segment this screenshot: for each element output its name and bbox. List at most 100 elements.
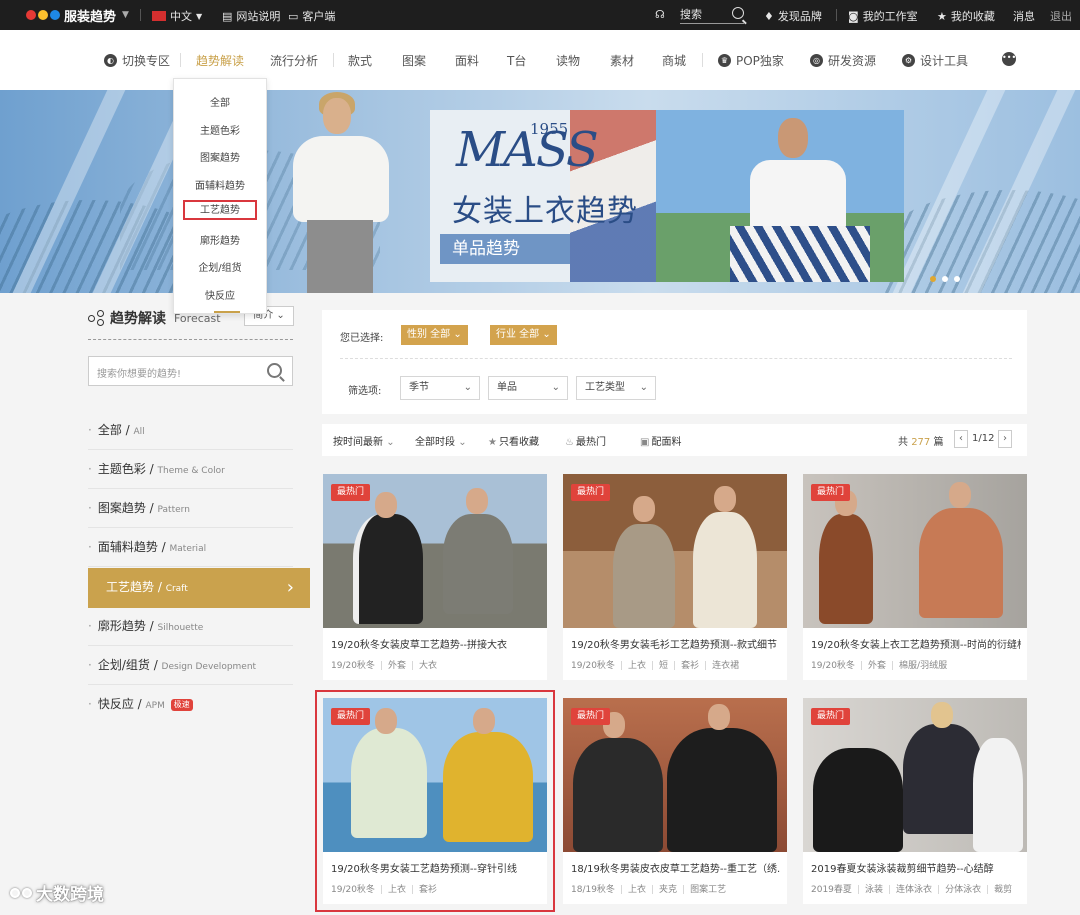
dropdown-item-silhouette[interactable]: 廓形趋势 <box>174 232 266 247</box>
card-title[interactable]: 19/20秋冬男女装工艺趋势预测--穿针引线 <box>331 860 541 875</box>
dropdown-item-quick-response[interactable]: 快反应 <box>174 287 266 302</box>
site-guide-link[interactable]: ▤ 网站说明 <box>222 8 280 24</box>
messages-link[interactable]: 消息 <box>1013 8 1035 24</box>
nav-pattern[interactable]: 图案 <box>402 52 426 69</box>
carousel-dot[interactable] <box>942 276 948 282</box>
nav-pop-exclusive[interactable]: ♛ POP独家 <box>718 52 784 69</box>
sidebar-item-label: 企划/组货 <box>97 658 150 672</box>
chevron-down-icon: ▼ <box>196 11 203 21</box>
dropdown-underline <box>214 311 240 313</box>
with-fabric-toggle[interactable]: ▣ 配面料 <box>640 433 681 448</box>
select-craft-type[interactable]: 工艺类型 ⌄ <box>576 376 656 400</box>
dropdown-item-theme-color[interactable]: 主题色彩 <box>174 122 266 137</box>
sidebar-item-silhouette[interactable]: · 廓形趋势 / Silhouette <box>88 607 293 646</box>
sidebar-item-craft[interactable]: 工艺趋势 / Craft › <box>88 568 310 608</box>
dropdown-item-planning[interactable]: 企划/组货 <box>174 259 266 274</box>
hot-badge: 最热门 <box>811 484 851 501</box>
search-icon[interactable] <box>732 7 744 19</box>
trend-card[interactable]: 最热门 19/20秋冬男女装毛衫工艺趋势预测--款式细节 19/20秋冬上衣短套… <box>563 474 787 680</box>
workspace-link[interactable]: ◙ 我的工作室 <box>848 8 918 24</box>
brand-name: 服装趋势 <box>64 9 117 25</box>
filter-chip-gender[interactable]: 性别 全部 ⌄ <box>401 325 468 345</box>
nav-design-tools[interactable]: ⚙ 设计工具 <box>902 52 968 69</box>
chevron-down-icon: ⌄ <box>639 382 648 393</box>
sidebar-item-en: Silhouette <box>157 623 204 633</box>
dropdown-item-all[interactable]: 全部 <box>174 94 266 109</box>
client-link[interactable]: ▭ 客户端 <box>288 8 335 24</box>
headset-icon[interactable]: ☊ <box>655 8 665 21</box>
filter-chip-industry[interactable]: 行业 全部 ⌄ <box>490 325 557 345</box>
nav-mall[interactable]: 商城 <box>662 52 686 69</box>
more-dots-icon[interactable]: ••• <box>1002 52 1016 66</box>
trend-dropdown-menu: 全部 主题色彩 图案趋势 面辅料趋势 工艺趋势 廓形趋势 企划/组货 快反应 <box>173 78 267 314</box>
chevron-down-icon: ⌄ <box>386 437 395 448</box>
hero-banner[interactable]: MASS 1955 女装上衣趋势 单品趋势 <box>0 90 1080 293</box>
hot-badge: 最热门 <box>571 484 611 501</box>
carousel-dots[interactable] <box>930 276 960 282</box>
nav-rnd[interactable]: ◎ 研发资源 <box>810 52 876 69</box>
watermark: 大数跨境 <box>10 880 104 905</box>
nav-style[interactable]: 款式 <box>348 52 372 69</box>
logout-link[interactable]: 退出 <box>1050 8 1072 24</box>
language-selector[interactable]: 中文 ▼ <box>152 8 202 24</box>
next-page-button[interactable]: › <box>998 430 1012 448</box>
sort-label: 全部时段 <box>415 437 455 448</box>
dropdown-item-craft[interactable]: 工艺趋势 <box>183 200 257 220</box>
nav-fashion-analysis[interactable]: 流行分析 <box>270 52 318 69</box>
top-search[interactable]: 搜索 <box>680 6 744 24</box>
language-label: 中文 <box>170 10 192 23</box>
trend-card[interactable]: 最热门 19/20秋冬女装皮草工艺趋势--拼接大衣 19/20秋冬外套大衣 <box>323 474 547 680</box>
dropdown-item-pattern[interactable]: 图案趋势 <box>174 149 266 164</box>
sidebar-item-all[interactable]: · 全部 / All <box>88 411 293 450</box>
card-tags: 19/20秋冬外套大衣 <box>331 658 437 671</box>
dropdown-item-material[interactable]: 面辅料趋势 <box>174 177 266 192</box>
sidebar-item-theme-color[interactable]: · 主题色彩 / Theme & Color <box>88 450 293 489</box>
favorites-link[interactable]: ★ 我的收藏 <box>937 8 995 24</box>
trend-card[interactable]: 最热门 19/20秋冬女装上衣工艺趋势预测--时尚的衍缝棉羽绒 19/20秋冬外… <box>803 474 1027 680</box>
carousel-dot[interactable] <box>954 276 960 282</box>
trend-card[interactable]: 最热门 18/19秋冬男装皮衣皮草工艺趋势--重工艺（绣... 18/19秋冬上… <box>563 698 787 904</box>
favorites-label: 我的收藏 <box>950 10 995 23</box>
prev-page-button[interactable]: ‹ <box>954 430 968 448</box>
sidebar-item-en: Design Development <box>161 662 257 672</box>
workspace-icon: ◙ <box>848 9 859 23</box>
divider <box>340 358 1012 359</box>
card-title[interactable]: 19/20秋冬男女装毛衫工艺趋势预测--款式细节 <box>571 636 781 651</box>
nav-switch-zone[interactable]: ◐ 切换专区 <box>104 52 170 69</box>
document-icon: ▤ <box>222 9 233 23</box>
card-title[interactable]: 19/20秋冬女装皮草工艺趋势--拼接大衣 <box>331 636 541 651</box>
nav-trend[interactable]: 趋势解读 <box>196 52 244 69</box>
site-logo[interactable]: 服装趋势 ▼ <box>26 7 129 25</box>
sidebar-item-pattern[interactable]: · 图案趋势 / Pattern <box>88 489 293 528</box>
nav-books[interactable]: 读物 <box>556 52 580 69</box>
sort-by-time[interactable]: 按时间最新 ⌄ <box>333 433 397 448</box>
nav-design-tools-label: 设计工具 <box>920 54 969 68</box>
select-item[interactable]: 单品 ⌄ <box>488 376 568 400</box>
sidebar-item-planning[interactable]: · 企划/组货 / Design Development <box>88 646 293 685</box>
banner-cover-image: MASS 1955 女装上衣趋势 单品趋势 <box>430 110 904 282</box>
research-icon: ◎ <box>810 54 823 67</box>
search-icon[interactable] <box>267 363 282 378</box>
sort-all-time[interactable]: 全部时段 ⌄ <box>415 433 469 448</box>
discover-brand-link[interactable]: ♦ 发现品牌 <box>764 8 822 24</box>
trend-search-input[interactable]: 搜索你想要的趋势! <box>88 356 293 386</box>
card-title[interactable]: 18/19秋冬男装皮衣皮草工艺趋势--重工艺（绣... <box>571 860 781 875</box>
trend-card-selected[interactable]: 最热门 19/20秋冬男女装工艺趋势预测--穿针引线 19/20秋冬上衣套衫 <box>315 690 555 912</box>
nav-fabric[interactable]: 面料 <box>455 52 479 69</box>
sidebar-item-quick-response[interactable]: · 快反应 / APM 极速 <box>88 685 293 724</box>
trend-card[interactable]: 最热门 2019春夏女装泳装裁剪细节趋势--心结醇 2019春夏泳装连体泳衣分体… <box>803 698 1027 904</box>
filter-panel: 您已选择: 性别 全部 ⌄ 行业 全部 ⌄ 筛选项: 季节 ⌄ 单品 ⌄ 工艺类型 ⌄ <box>322 310 1027 414</box>
only-favorites-toggle[interactable]: ★ 只看收藏 <box>488 433 539 448</box>
hottest-toggle[interactable]: ♨ 最热门 <box>565 433 606 448</box>
select-season[interactable]: 季节 ⌄ <box>400 376 480 400</box>
card-title[interactable]: 2019春夏女装泳装裁剪细节趋势--心结醇 <box>811 860 1021 875</box>
nav-materials[interactable]: 素材 <box>610 52 634 69</box>
search-label: 搜索 <box>680 8 702 21</box>
card-title[interactable]: 19/20秋冬女装上衣工艺趋势预测--时尚的衍缝棉羽绒 <box>811 636 1021 651</box>
sidebar-item-material[interactable]: · 面辅料趋势 / Material <box>88 528 293 567</box>
watermark-logo-icon <box>10 887 32 898</box>
divider <box>836 9 837 21</box>
nav-runway[interactable]: T台 <box>507 52 526 69</box>
carousel-dot[interactable] <box>930 276 936 282</box>
fire-icon: ♨ <box>565 437 574 448</box>
